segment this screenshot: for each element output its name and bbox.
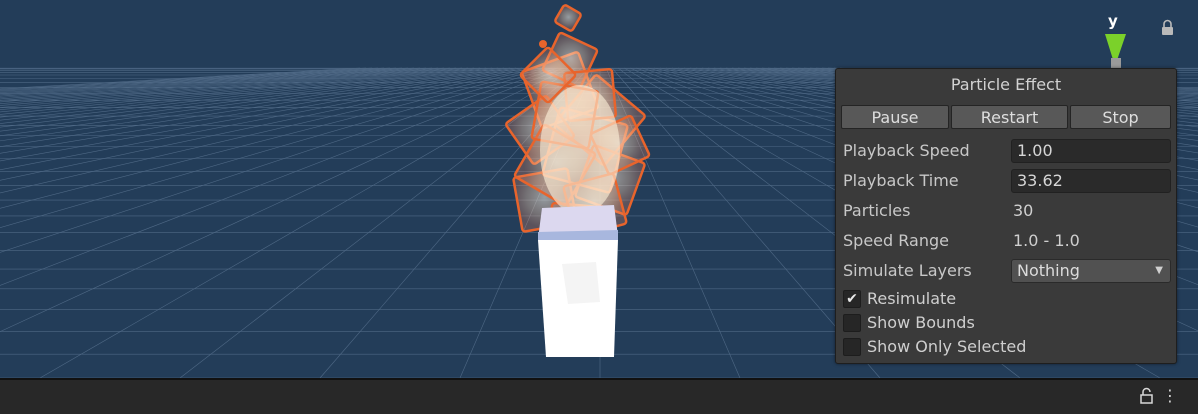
simulate-layers-dropdown[interactable]: Nothing ▼ [1011,259,1171,283]
show-only-selected-label: Show Only Selected [867,337,1027,356]
playback-time-label: Playback Time [843,171,959,190]
playback-time-field[interactable]: 33.62 [1011,169,1171,193]
particles-count: 30 [1013,201,1034,220]
cup-object [538,205,618,357]
resimulate-toggle[interactable]: ✔ Resimulate [843,288,1143,310]
playback-buttons: Pause Restart Stop [841,105,1171,129]
show-only-selected-checkbox[interactable] [843,338,861,356]
menu-icon[interactable]: ⋮ [1162,386,1178,405]
speed-range-row: Speed Range 1.0 - 1.0 [843,228,1171,254]
speed-range-label: Speed Range [843,231,949,250]
restart-button[interactable]: Restart [951,105,1068,129]
playback-time-row: Playback Time 33.62 [843,168,1171,194]
particles-label: Particles [843,201,911,220]
resimulate-checkbox[interactable]: ✔ [843,290,861,308]
show-only-selected-toggle[interactable]: Show Only Selected [843,336,1143,358]
speed-range-value: 1.0 - 1.0 [1013,231,1080,250]
lock-icon[interactable] [1139,387,1155,405]
playback-speed-row: Playback Speed 1.00 [843,138,1171,164]
particles-row: Particles 30 [843,198,1171,224]
stop-button[interactable]: Stop [1070,105,1171,129]
show-bounds-toggle[interactable]: Show Bounds [843,312,1143,334]
simulate-layers-row: Simulate Layers Nothing ▼ [843,258,1171,284]
panel-title: Particle Effect [950,75,1062,94]
bottom-status-bar: ⋮ [0,378,1198,414]
simulate-layers-value: Nothing [1017,261,1080,280]
particle-effect-panel: Particle Effect Pause Restart Stop Playb… [835,68,1177,364]
pause-button[interactable]: Pause [841,105,949,129]
resimulate-label: Resimulate [867,289,957,308]
simulate-layers-label: Simulate Layers [843,261,972,280]
show-bounds-checkbox[interactable] [843,314,861,332]
gizmo-y-label: y [1108,12,1118,30]
playback-speed-field[interactable]: 1.00 [1011,139,1171,163]
show-bounds-label: Show Bounds [867,313,975,332]
dropdown-arrow-icon: ▼ [1155,265,1163,276]
playback-speed-label: Playback Speed [843,141,970,160]
